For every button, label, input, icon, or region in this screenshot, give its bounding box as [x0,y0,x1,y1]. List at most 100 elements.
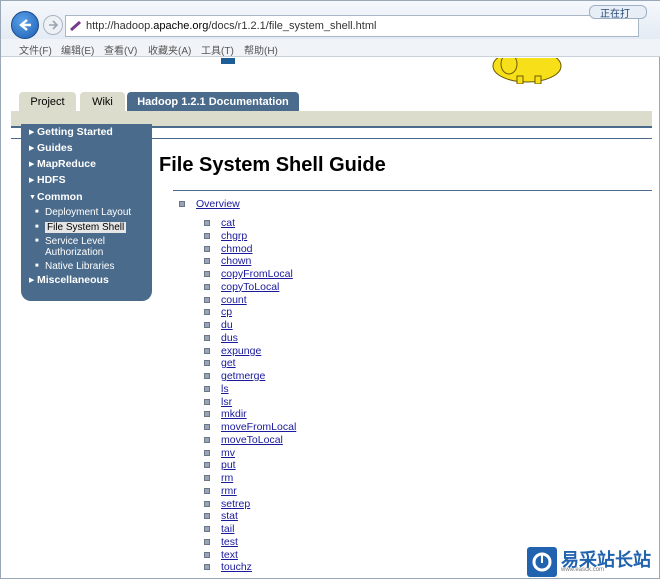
tab-project[interactable]: Project [19,92,76,112]
toc-command-link[interactable]: chmod [221,243,253,255]
sidebar-item-hdfs[interactable]: ▶ HDFS [29,174,66,186]
toc-command-link[interactable]: setrep [221,498,250,510]
toc-bullet-icon [204,551,210,558]
sidebar-item-label: Miscellaneous [37,274,109,286]
sidebar-item-miscellaneous[interactable]: ▶ Miscellaneous [29,274,109,286]
collapsed-arrow-icon: ▶ [29,129,35,136]
sidebar-menu: ▶ Getting Started ▶ Guides ▶ MapReduce ▶ HDF… [21,124,152,301]
sidebar-item-guides[interactable]: ▶ Guides [29,142,73,154]
toc-command-link[interactable]: du [221,319,233,331]
menu-file[interactable]: 文件(F) [19,42,52,57]
toc-command-link[interactable]: mkdir [221,408,247,420]
browser-tab[interactable]: 正在打 [589,5,647,20]
toc-bullet-icon [204,245,210,252]
toc-bullet-icon [204,462,210,469]
browser-tab-label: 正在打 [600,9,630,20]
sidebar-item-label: MapReduce [37,158,96,170]
sidebar-subitem-label: Authorization [45,247,104,258]
bullet-icon: ■ [35,224,39,230]
sidebar-subitem-file-system-shell[interactable]: ■ File System Shell [35,222,127,233]
toc-bullet-icon [204,309,210,316]
toc-bullet-icon [204,232,210,239]
toc-bullet-icon [204,526,210,532]
url-input[interactable]: http://hadoop.apache.org/docs/r1.2.1/fil… [65,15,639,37]
menu-edit[interactable]: 编辑(E) [61,42,94,57]
sidebar-item-mapreduce[interactable]: ▶ MapReduce [29,158,96,170]
toc-overview-link[interactable]: Overview [196,198,240,210]
toc-bullet-icon [204,538,210,545]
sidebar-subitem-label: Deployment Layout [45,207,132,218]
sidebar-item-label: HDFS [37,174,66,186]
watermark-logo-icon [527,547,557,577]
collapsed-arrow-icon: ▶ [29,177,35,184]
toc-command-link[interactable]: tail [221,523,234,535]
toc-bullet-icon [204,436,210,443]
toc-command-link[interactable]: count [221,294,247,306]
toc-command-link[interactable]: mv [221,447,235,459]
page-title: File System Shell Guide [159,154,386,176]
sidebar-subitem-authorization-line[interactable]: Authorization [45,247,103,258]
toc-bullet-icon [204,373,210,379]
toc-command-link[interactable]: lsr [221,396,232,408]
url-host: apache.org [153,20,209,32]
toc-command-link[interactable]: rmr [221,485,237,497]
menu-favorites[interactable]: 收藏夹(A) [148,42,191,57]
toc-bullet-icon [204,283,210,290]
tab-hadoop-docs[interactable]: Hadoop 1.2.1 Documentation [127,92,299,112]
tab-wiki[interactable]: Wiki [80,92,125,112]
toc-command-link[interactable]: moveToLocal [221,434,283,446]
toc-bullet-icon [204,385,210,392]
sidebar-subitem-deployment-layout[interactable]: ■ Deployment Layout [35,207,131,218]
browser-window: http://hadoop.apache.org/docs/r1.2.1/fil… [0,0,660,579]
toc-command-link[interactable]: dus [221,332,238,344]
menu-help[interactable]: 帮助(H) [244,42,278,57]
sidebar-subitem-native-libraries[interactable]: ■ Native Libraries [35,261,114,272]
toc-command-link[interactable]: expunge [221,345,261,357]
toc-command-link[interactable]: copyFromLocal [221,268,293,280]
toc-command-link[interactable]: copyToLocal [221,281,279,293]
toc-bullet-icon [204,475,210,481]
forward-button[interactable] [43,15,63,35]
sidebar-subitem-service-level-authorization[interactable]: ■ Service Level [35,236,105,247]
toc-command-link[interactable]: get [221,357,236,369]
menu-tools[interactable]: 工具(T) [201,42,234,57]
toc-command-link[interactable]: chown [221,255,251,267]
back-button[interactable] [11,11,39,39]
toc-bullet-icon [204,220,210,226]
toc-command-link[interactable]: test [221,536,238,548]
address-bar-row: http://hadoop.apache.org/docs/r1.2.1/fil… [1,1,660,39]
toc-bullet-icon [204,411,210,418]
toc-command-link[interactable]: chgrp [221,230,247,242]
toc-command-link[interactable]: touchz [221,561,252,573]
toc-bullet-icon [179,201,185,207]
menu-view[interactable]: 查看(V) [104,42,137,57]
apache-logo-fragment [221,58,235,64]
toc-command-link[interactable]: put [221,459,236,471]
toc-bullet-icon [204,347,210,354]
toc-command-link[interactable]: ls [221,383,229,395]
toc-bullet-icon [204,360,210,367]
toc-bullet-icon [204,398,210,405]
toc-command-link[interactable]: cat [221,217,235,229]
sidebar-item-label: Getting Started [37,126,113,138]
sidebar-item-getting-started[interactable]: ▶ Getting Started [29,126,113,138]
toc-bullet-icon [204,271,210,277]
toc-command-link[interactable]: cp [221,306,232,318]
toc-command-link[interactable]: getmerge [221,370,265,382]
toc-bullet-icon [204,487,210,494]
collapsed-arrow-icon: ▶ [29,161,35,168]
toc-command-link[interactable]: text [221,549,238,561]
toc-command-link[interactable]: rm [221,472,233,484]
bullet-icon: ■ [35,238,39,244]
sidebar-item-label: Common [37,191,83,203]
sidebar-item-common[interactable]: ▼Common [29,191,83,203]
toc-command-link[interactable]: moveFromLocal [221,421,296,433]
toc-bullet-icon [204,564,210,571]
toc-command-link[interactable]: stat [221,510,238,522]
title-divider [173,190,652,191]
back-arrow-icon [19,19,31,31]
toc-bullet-icon [204,500,210,507]
sidebar-subitem-label: File System Shell [45,222,127,233]
forward-arrow-icon [49,20,59,30]
expanded-arrow-icon: ▼ [29,194,36,201]
